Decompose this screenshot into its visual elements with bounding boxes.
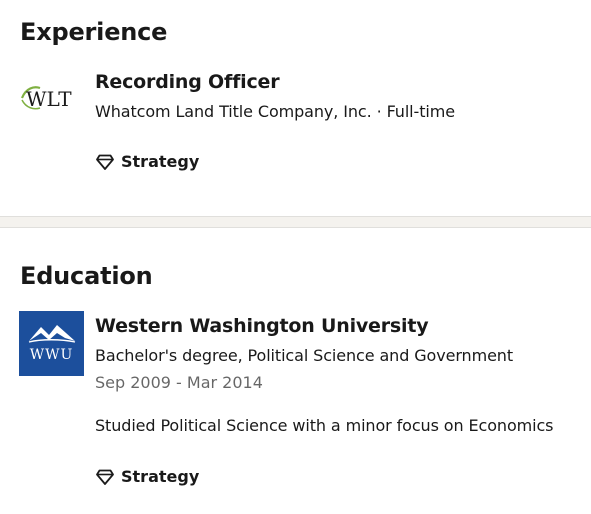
wwu-logo-icon: WWU [19, 311, 84, 376]
school-name[interactable]: Western Washington University [95, 315, 429, 337]
education-description: Studied Political Science with a minor f… [95, 416, 554, 435]
education-skill-link[interactable]: Strategy [95, 467, 199, 486]
experience-heading: Experience [20, 18, 168, 46]
job-title[interactable]: Recording Officer [95, 71, 280, 93]
school-logo[interactable]: WWU [19, 311, 84, 376]
section-divider [0, 216, 591, 228]
wlt-logo-text: WLT [26, 87, 72, 111]
degree-field: Bachelor's degree, Political Science and… [95, 346, 514, 365]
diamond-icon [96, 469, 114, 485]
wlt-logo-icon: WLT [20, 86, 72, 111]
wwu-logo-text: WWU [30, 347, 74, 363]
company-logo[interactable]: WLT [20, 66, 84, 130]
skill-label: Strategy [121, 467, 200, 486]
profile-page: Experience WLT Recording Officer Whatcom… [0, 0, 591, 514]
education-section: Education WWU Western Washington Univers… [0, 228, 591, 514]
company-employment-type: Whatcom Land Title Company, Inc. · Full-… [95, 102, 455, 121]
education-heading: Education [20, 262, 153, 290]
experience-skill-link[interactable]: Strategy [95, 152, 199, 171]
skill-label: Strategy [121, 152, 200, 171]
experience-section: Experience WLT Recording Officer Whatcom… [0, 0, 591, 216]
education-dates: Sep 2009 - Mar 2014 [95, 373, 263, 392]
diamond-icon [96, 154, 114, 170]
